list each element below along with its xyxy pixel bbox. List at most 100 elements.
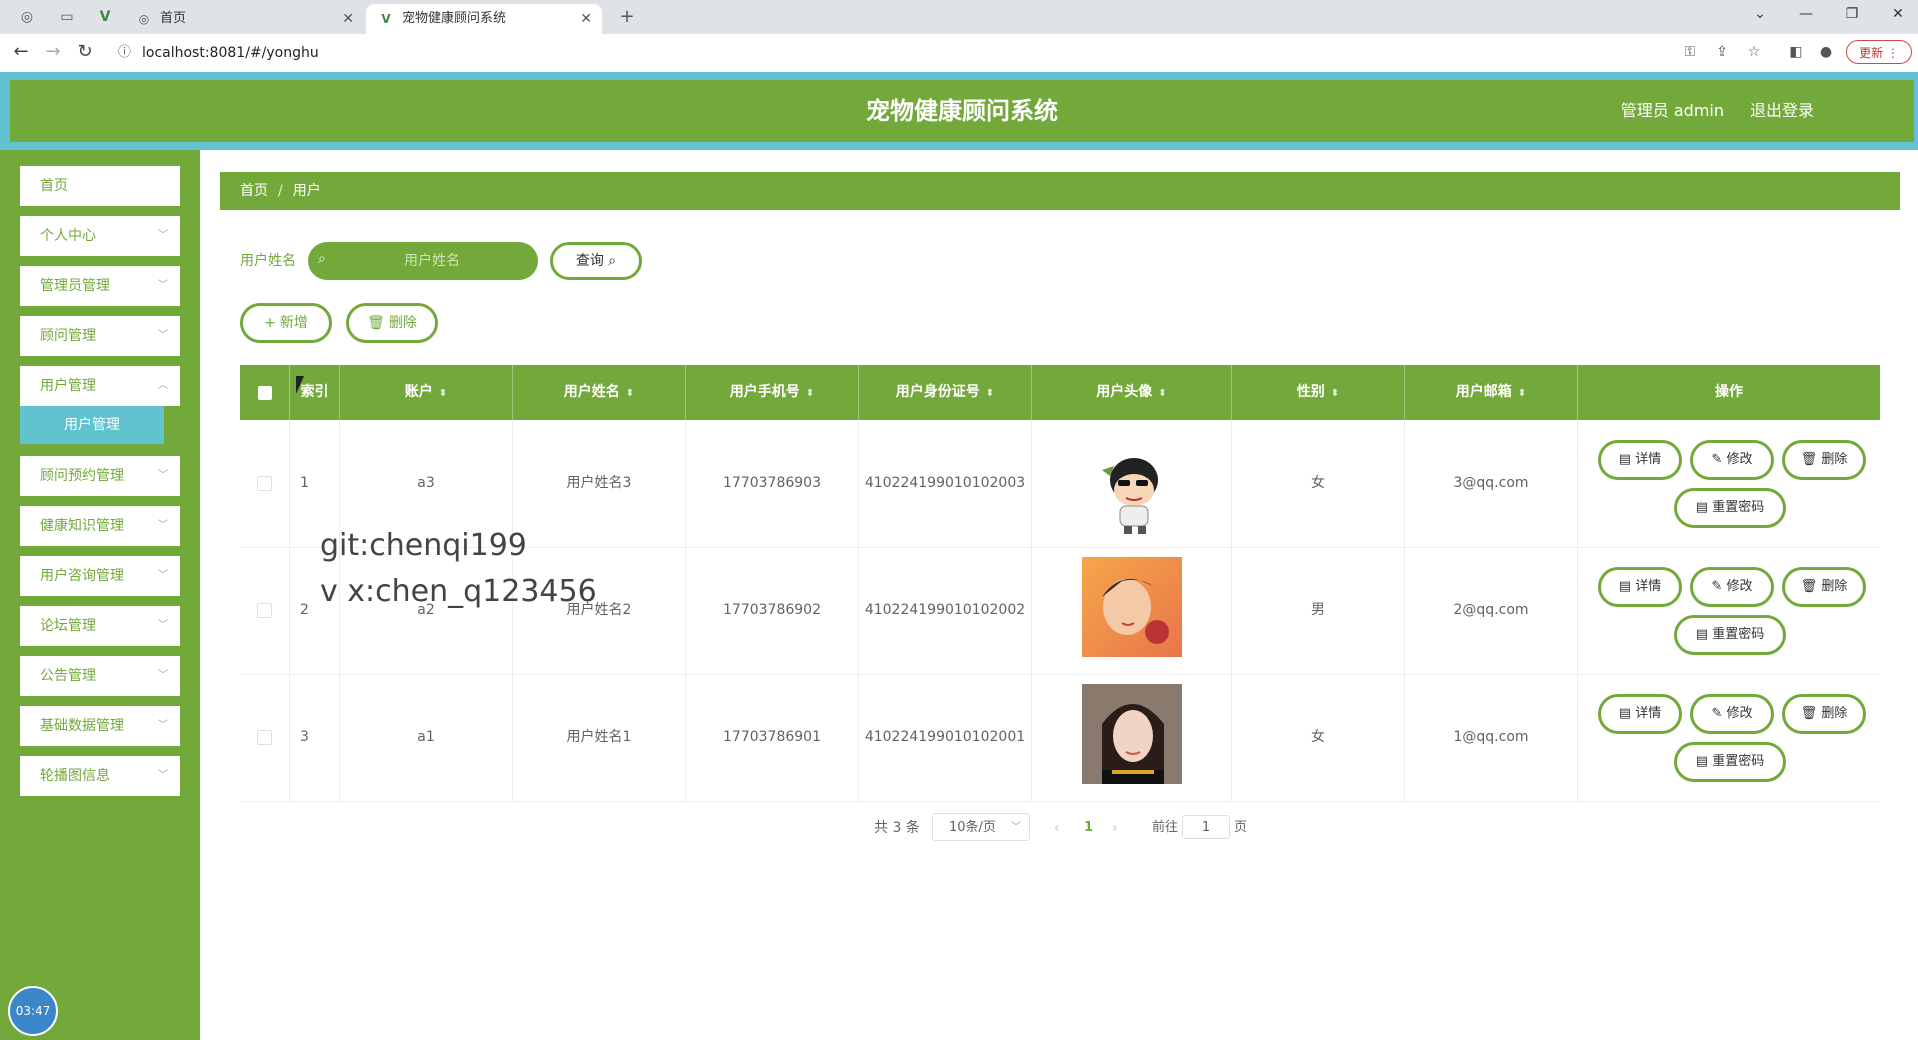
sort-icon[interactable]: ⬍: [806, 388, 814, 399]
sidebar-item-knowledge[interactable]: 健康知识管理 ﹀: [20, 506, 180, 546]
search-input[interactable]: [308, 242, 538, 280]
add-button[interactable]: + 新增: [240, 303, 332, 343]
reset-password-button[interactable]: ▤ 重置密码: [1674, 742, 1786, 782]
sidepanel-icon[interactable]: ◧: [1786, 44, 1806, 60]
pencil-icon: ✎: [1711, 706, 1723, 721]
row-delete-button[interactable]: 🗑 删除: [1782, 694, 1866, 734]
sidebar-item-notices[interactable]: 公告管理 ﹀: [20, 656, 180, 696]
reset-password-button[interactable]: ▤ 重置密码: [1674, 615, 1786, 655]
url-field[interactable]: ⓘ localhost:8081/#/yonghu: [110, 40, 1660, 66]
header-name[interactable]: 用户姓名 ⬍: [513, 365, 686, 420]
next-page-icon[interactable]: ›: [1112, 815, 1118, 841]
query-button[interactable]: 查询 ⌕: [550, 242, 642, 280]
reload-icon[interactable]: ↻: [74, 42, 96, 62]
blank-tab-icon[interactable]: ▭: [58, 8, 76, 26]
sidebar-item-carousel[interactable]: 轮播图信息 ﹀: [20, 756, 180, 796]
forward-icon[interactable]: →: [42, 42, 64, 62]
detail-label: 详情: [1635, 706, 1662, 721]
profile-icon[interactable]: ●: [1816, 44, 1836, 60]
breadcrumb-home[interactable]: 首页: [240, 183, 268, 199]
star-icon[interactable]: ☆: [1744, 44, 1764, 60]
sidebar-item-profile[interactable]: 个人中心 ﹀: [20, 216, 180, 256]
key-icon[interactable]: ⚿: [1680, 44, 1700, 60]
cell-gender: 男: [1232, 547, 1405, 674]
sidebar-item-admins[interactable]: 管理员管理 ﹀: [20, 266, 180, 306]
header-account[interactable]: 账户 ⬍: [340, 365, 513, 420]
header-label: 用户邮箱: [1455, 384, 1512, 400]
avatar-cartoon[interactable]: [1082, 440, 1182, 540]
goto-page-input[interactable]: [1182, 815, 1230, 839]
header-gender[interactable]: 性别 ⬍: [1232, 365, 1405, 420]
sidebar-item-users[interactable]: 用户管理 ︿: [20, 366, 180, 406]
sort-icon[interactable]: ⬍: [1331, 388, 1339, 399]
submenu-item-users[interactable]: 用户管理: [20, 406, 164, 444]
delete-label: 删除: [388, 315, 417, 331]
row-checkbox[interactable]: [257, 730, 272, 745]
page-size-select[interactable]: 10条/页 ﹀: [932, 813, 1030, 841]
update-button[interactable]: 更新 ⋮: [1846, 40, 1912, 64]
sort-icon[interactable]: ⬍: [986, 388, 994, 399]
cell-id-number: 410224199010102002: [859, 547, 1032, 674]
avatar-photo[interactable]: [1082, 684, 1182, 784]
sort-icon[interactable]: ⬍: [1518, 388, 1526, 399]
info-icon[interactable]: ⓘ: [118, 40, 131, 66]
header-phone[interactable]: 用户手机号 ⬍: [686, 365, 859, 420]
sidebar-item-appointments[interactable]: 顾问预约管理 ﹀: [20, 456, 180, 496]
back-icon[interactable]: ←: [10, 42, 32, 62]
share-icon[interactable]: ⇪: [1712, 44, 1732, 60]
trash-icon: 🗑: [367, 315, 385, 331]
tab-active[interactable]: V 宠物健康顾问系统 ✕: [366, 4, 602, 34]
header-label: 用户姓名: [563, 384, 620, 400]
logout-link[interactable]: 退出登录: [1750, 80, 1814, 142]
sort-icon[interactable]: ⬍: [626, 388, 634, 399]
header-avatar[interactable]: 用户头像 ⬍: [1032, 365, 1232, 420]
header-email[interactable]: 用户邮箱 ⬍: [1405, 365, 1578, 420]
edit-button[interactable]: ✎ 修改: [1690, 694, 1774, 734]
header-id-number[interactable]: 用户身份证号 ⬍: [859, 365, 1032, 420]
header-label: 用户身份证号: [895, 384, 980, 400]
delete-button[interactable]: 🗑 删除: [346, 303, 438, 343]
avatar-photo[interactable]: [1082, 557, 1182, 657]
globe-icon[interactable]: ◎: [18, 8, 36, 26]
prev-page-icon[interactable]: ‹: [1054, 815, 1060, 841]
doc-icon: ▤: [1695, 627, 1709, 642]
delete-label: 删除: [1821, 452, 1848, 467]
minimize-icon[interactable]: —: [1794, 6, 1818, 22]
chevron-down-icon: ﹀: [158, 620, 168, 631]
edit-button[interactable]: ✎ 修改: [1690, 440, 1774, 480]
row-delete-button[interactable]: 🗑 删除: [1782, 567, 1866, 607]
sidebar-item-consultants[interactable]: 顾问管理 ﹀: [20, 316, 180, 356]
detail-button[interactable]: ▤ 详情: [1598, 567, 1682, 607]
sidebar-item-forum[interactable]: 论坛管理 ﹀: [20, 606, 180, 646]
detail-button[interactable]: ▤ 详情: [1598, 694, 1682, 734]
row-checkbox[interactable]: [257, 476, 272, 491]
sort-icon[interactable]: ⬍: [1158, 388, 1166, 399]
edit-label: 修改: [1726, 706, 1753, 721]
edit-button[interactable]: ✎ 修改: [1690, 567, 1774, 607]
sidebar-item-consultations[interactable]: 用户咨询管理 ﹀: [20, 556, 180, 596]
breadcrumb: 首页 / 用户: [220, 172, 1900, 210]
close-icon[interactable]: ✕: [342, 4, 354, 34]
sidebar-item-home[interactable]: 首页: [20, 166, 180, 206]
page-number-current[interactable]: 1: [1084, 815, 1093, 841]
cell-ops: ▤ 详情 ✎ 修改 🗑 删除 ▤ 重置密码: [1578, 547, 1880, 674]
detail-button[interactable]: ▤ 详情: [1598, 440, 1682, 480]
reset-password-button[interactable]: ▤ 重置密码: [1674, 488, 1786, 528]
new-tab-icon[interactable]: +: [618, 8, 636, 26]
chevron-down-icon[interactable]: ⌄: [1748, 6, 1772, 22]
cell-ops: ▤ 详情 ✎ 修改 🗑 删除 ▤ 重置密码: [1578, 674, 1880, 801]
row-delete-button[interactable]: 🗑 删除: [1782, 440, 1866, 480]
goto-suffix: 页: [1234, 820, 1248, 835]
row-checkbox[interactable]: [257, 603, 272, 618]
browser-chrome: ◎ ▭ V ◎ 首页 ✕ V 宠物健康顾问系统 ✕ + ⌄ — ❐ ✕ ← → …: [0, 0, 1918, 73]
reset-label: 重置密码: [1712, 627, 1765, 642]
tab-home[interactable]: ◎ 首页 ✕: [124, 4, 364, 34]
vue-icon[interactable]: V: [96, 8, 114, 26]
restore-icon[interactable]: ❐: [1840, 6, 1864, 22]
sidebar-item-basedata[interactable]: 基础数据管理 ﹀: [20, 706, 180, 746]
close-window-icon[interactable]: ✕: [1886, 6, 1910, 22]
close-icon[interactable]: ✕: [580, 4, 592, 34]
sort-icon[interactable]: ⬍: [439, 388, 447, 399]
select-all-checkbox[interactable]: [258, 386, 272, 400]
row-select-cell: [240, 420, 290, 547]
